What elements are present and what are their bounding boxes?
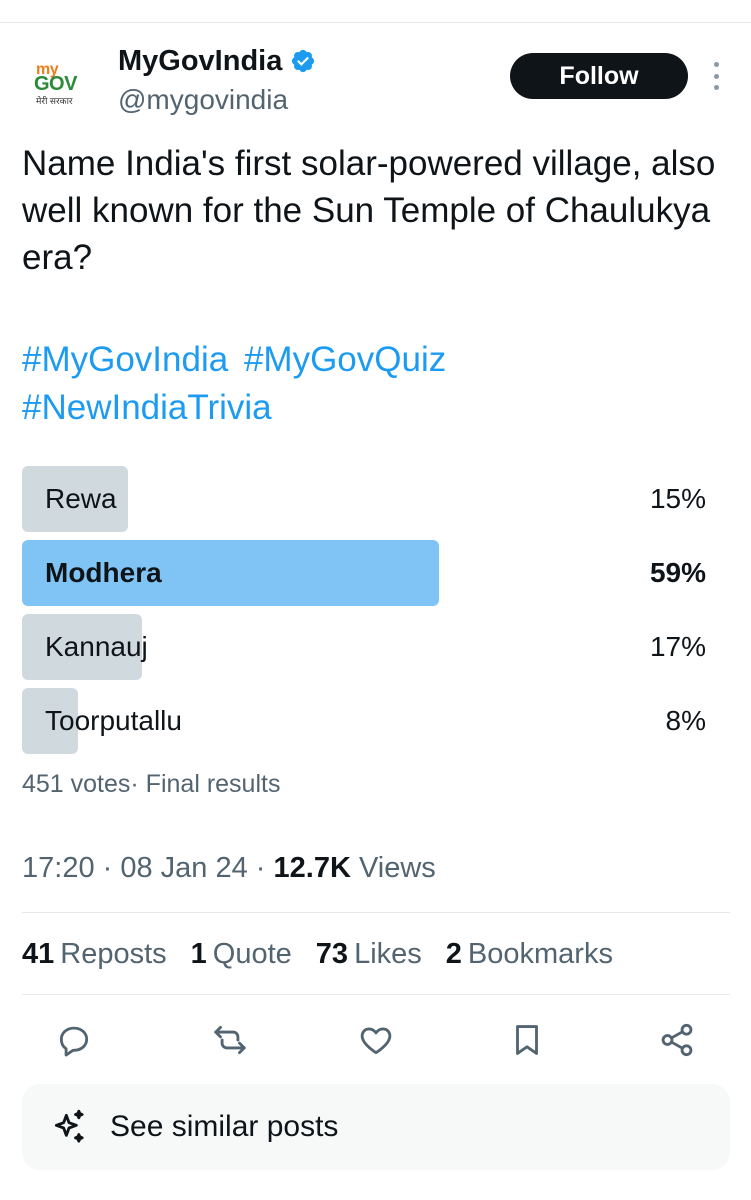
poll-votes-summary: 451 votes· Final results [22, 770, 281, 798]
poll-option-percent: 17% [649, 631, 706, 662]
poll-option-label: Modhera [45, 557, 162, 588]
poll-option: Kannauj 17% [22, 614, 728, 680]
divider [22, 994, 730, 995]
repost-button[interactable] [208, 1018, 252, 1062]
bookmarks-stat[interactable]: 2 Bookmarks [446, 938, 613, 971]
see-similar-posts-button[interactable]: See similar posts [22, 1084, 730, 1170]
reposts-stat[interactable]: 41 Reposts [22, 938, 167, 971]
likes-label: Likes [354, 938, 422, 970]
likes-count: 73 [315, 938, 349, 970]
reposts-count: 41 [22, 938, 55, 970]
poll-option-percent: 15% [649, 483, 706, 514]
share-icon [661, 1023, 693, 1057]
like-button[interactable] [354, 1018, 398, 1062]
author-display-name[interactable]: MyGovIndia [118, 44, 282, 78]
author-name-row: MyGovIndia [118, 44, 316, 78]
sparkle-icon [46, 1105, 90, 1149]
poll-option-label: Kannauj [45, 631, 148, 662]
repost-icon [214, 1025, 246, 1055]
poll-option-label: Toorputallu [45, 705, 182, 736]
hashtag-link[interactable]: #MyGovQuiz [244, 340, 446, 379]
hashtags: #MyGovIndia #MyGovQuiz #NewIndiaTrivia [22, 336, 732, 432]
top-divider [0, 22, 751, 23]
reply-icon [59, 1026, 89, 1057]
reposts-label: Reposts [60, 938, 167, 970]
post-time[interactable]: 17:20 · 08 Jan 24 · [22, 852, 274, 884]
quotes-count: 1 [190, 938, 207, 970]
likes-stat[interactable]: 73 Likes [316, 938, 422, 971]
hashtag-link[interactable]: #NewIndiaTrivia [22, 388, 272, 427]
quotes-label: Quote [212, 938, 292, 970]
bookmarks-count: 2 [445, 938, 462, 970]
more-options-icon[interactable] [708, 62, 724, 90]
verified-badge-icon [292, 49, 315, 73]
heart-icon [360, 1027, 392, 1055]
share-button[interactable] [655, 1018, 699, 1062]
poll-option-winner: Modhera 59% [22, 540, 728, 606]
avatar-logo-gov: GOV [34, 73, 77, 95]
poll-option: Rewa 15% [22, 466, 728, 532]
see-similar-posts-label: See similar posts [110, 1110, 339, 1143]
action-bar [22, 1018, 730, 1062]
poll-option-percent: 8% [665, 705, 706, 736]
poll-option-percent: 59% [649, 557, 706, 588]
poll-option: Toorputallu 8% [22, 688, 728, 754]
bookmark-button[interactable] [505, 1018, 549, 1062]
quotes-stat[interactable]: 1 Quote [191, 938, 292, 971]
poll-option-label: Rewa [45, 483, 117, 514]
post-timestamp: 17:20 · 08 Jan 24 · 12.7K Views [22, 852, 436, 885]
engagement-stats: 41 Reposts 1 Quote 73 Likes 2 Bookmarks [22, 938, 613, 971]
reply-button[interactable] [52, 1018, 96, 1062]
follow-button[interactable]: Follow [510, 53, 688, 99]
avatar-logo-tagline: मेरी सरकार [36, 96, 73, 106]
views-count: 12.7K [273, 852, 351, 884]
bookmarks-label: Bookmarks [467, 938, 613, 970]
avatar[interactable]: my GOV मेरी सरकार [22, 48, 96, 122]
bookmark-icon [516, 1025, 538, 1055]
hashtag-link[interactable]: #MyGovIndia [22, 340, 228, 379]
divider [22, 912, 730, 913]
author-handle[interactable]: @mygovindia [118, 84, 288, 116]
views-label: Views [350, 852, 436, 884]
tweet-text: Name India's first solar-powered village… [22, 144, 716, 277]
